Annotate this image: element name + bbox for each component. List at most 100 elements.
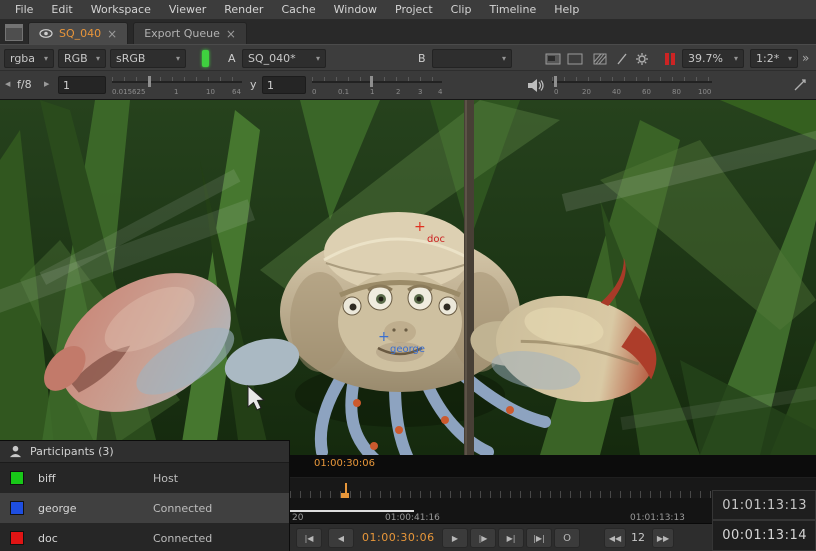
duration-timecode: 00:01:13:14 bbox=[722, 528, 807, 543]
monitor-output-icon[interactable] bbox=[543, 49, 563, 68]
fps-decrease-button[interactable]: ◀◀ bbox=[604, 528, 626, 548]
settings-gear-icon[interactable] bbox=[632, 49, 652, 68]
menu-timeline[interactable]: Timeline bbox=[480, 0, 545, 20]
participant-status: Connected bbox=[153, 502, 212, 515]
pole bbox=[464, 100, 474, 455]
menu-render[interactable]: Render bbox=[215, 0, 272, 20]
george-cross-marker: + bbox=[378, 329, 390, 345]
participants-title: Participants (3) bbox=[30, 445, 114, 458]
tab-bar: SQ_040 × Export Queue × bbox=[0, 20, 816, 44]
input-b-dropdown[interactable]: ▾ bbox=[432, 49, 512, 68]
volume-slider-groove bbox=[552, 81, 712, 83]
out-timecode-display: 01:01:13:13 bbox=[712, 490, 816, 520]
gamma-input[interactable] bbox=[262, 76, 306, 94]
play-button[interactable]: ▶ bbox=[442, 528, 468, 548]
fps-value[interactable]: 12 bbox=[631, 531, 645, 544]
pane-layout-icon[interactable] bbox=[5, 24, 23, 41]
gamma-tick-label: 0 bbox=[312, 88, 316, 96]
gain-slider[interactable]: 0.015625 1 10 64 bbox=[112, 76, 242, 96]
volume-slider-handle[interactable] bbox=[554, 76, 557, 87]
input-a-dropdown[interactable]: SQ_040* ▾ bbox=[242, 49, 326, 68]
compare-slash-icon[interactable] bbox=[612, 49, 632, 68]
gain-slider-groove bbox=[112, 81, 242, 83]
proxy-dropdown[interactable]: 1:2* ▾ bbox=[750, 49, 798, 68]
step-forward-button[interactable]: |▶ bbox=[470, 528, 496, 548]
volume-tick-label: 20 bbox=[582, 88, 591, 96]
volume-slider[interactable]: 0 20 40 60 80 100 bbox=[552, 76, 712, 96]
menu-cache[interactable]: Cache bbox=[272, 0, 324, 20]
colorspace-dropdown[interactable]: sRGB ▾ bbox=[110, 49, 186, 68]
expand-toolbar-icon[interactable]: » bbox=[802, 51, 809, 65]
gamma-label: y bbox=[250, 78, 257, 91]
close-icon[interactable]: × bbox=[107, 29, 117, 39]
participant-row-doc[interactable]: doc Connected bbox=[0, 523, 289, 551]
participant-color-swatch bbox=[10, 531, 24, 545]
chevron-down-icon: ▾ bbox=[316, 54, 320, 63]
fps-increase-button[interactable]: ▶▶ bbox=[652, 528, 674, 548]
menu-bar: File Edit Workspace Viewer Render Cache … bbox=[0, 0, 816, 20]
participant-row-george[interactable]: george Connected bbox=[0, 493, 289, 523]
fstop-decrease-icon[interactable]: ◀ bbox=[5, 80, 10, 88]
gamma-slider-handle[interactable] bbox=[370, 76, 373, 87]
pause-render-icon[interactable] bbox=[660, 49, 680, 68]
menu-edit[interactable]: Edit bbox=[42, 0, 81, 20]
step-back-button[interactable]: ◀ bbox=[328, 528, 354, 548]
gamut-value: RGB bbox=[64, 52, 88, 65]
doc-annotation-label: doc bbox=[427, 234, 445, 245]
next-edit-button[interactable]: ▶| bbox=[498, 528, 524, 548]
volume-tick-label: 80 bbox=[672, 88, 681, 96]
channels-value: rgba bbox=[10, 52, 35, 65]
fstop-increase-icon[interactable]: ▶ bbox=[44, 80, 49, 88]
input-a-label: A bbox=[228, 52, 236, 65]
menu-file[interactable]: File bbox=[6, 0, 42, 20]
chevron-down-icon: ▾ bbox=[502, 54, 506, 63]
sync-status-indicator bbox=[202, 50, 209, 67]
participant-name: biff bbox=[38, 472, 153, 485]
ruler-start-label: 20 bbox=[292, 513, 303, 523]
person-icon bbox=[9, 445, 22, 458]
gamut-dropdown[interactable]: RGB ▾ bbox=[58, 49, 106, 68]
tab-viewer-sq040[interactable]: SQ_040 × bbox=[28, 22, 128, 44]
loop-toggle-button[interactable]: O bbox=[554, 528, 580, 548]
tab-label: SQ_040 bbox=[59, 27, 101, 40]
flare-icon[interactable] bbox=[793, 78, 807, 95]
participant-row-biff[interactable]: biff Host bbox=[0, 463, 289, 493]
fullscreen-icon[interactable] bbox=[565, 49, 585, 68]
participant-color-swatch bbox=[10, 501, 24, 515]
viewer-canvas[interactable]: + doc + george bbox=[0, 100, 816, 455]
zoom-dropdown[interactable]: 39.7% ▾ bbox=[682, 49, 744, 68]
cache-progress-bar bbox=[290, 510, 414, 512]
participant-name: doc bbox=[38, 532, 153, 545]
application-window: File Edit Workspace Viewer Render Cache … bbox=[0, 0, 816, 551]
wipe-mode-icon[interactable] bbox=[590, 49, 610, 68]
gamma-tick-label: 4 bbox=[438, 88, 442, 96]
gamma-slider[interactable]: 0 0.1 1 2 3 4 bbox=[312, 76, 442, 96]
gain-tick-label: 64 bbox=[232, 88, 241, 96]
volume-tick-label: 0 bbox=[554, 88, 558, 96]
menu-clip[interactable]: Clip bbox=[442, 0, 481, 20]
menu-help[interactable]: Help bbox=[545, 0, 588, 20]
gain-slider-handle[interactable] bbox=[148, 76, 151, 87]
gain-tick-label: 1 bbox=[174, 88, 178, 96]
menu-project[interactable]: Project bbox=[386, 0, 442, 20]
menu-window[interactable]: Window bbox=[325, 0, 386, 20]
volume-tick-label: 40 bbox=[612, 88, 621, 96]
input-b-label: B bbox=[418, 52, 426, 65]
duration-timecode-display: 00:01:13:14 bbox=[712, 520, 816, 551]
participant-color-swatch bbox=[10, 471, 24, 485]
menu-viewer[interactable]: Viewer bbox=[160, 0, 215, 20]
gain-input[interactable] bbox=[58, 76, 106, 94]
playhead-timecode: 01:00:30:06 bbox=[314, 458, 375, 469]
ruler-end-label: 01:01:13:13 bbox=[630, 513, 685, 523]
goto-out-button[interactable]: |▶| bbox=[526, 528, 552, 548]
goto-in-button[interactable]: |◀ bbox=[296, 528, 322, 548]
gamma-tick-label: 0.1 bbox=[338, 88, 349, 96]
timeline-section: 01:00:30:06 20 01:00:41:16 01:01:13:13 |… bbox=[290, 455, 816, 551]
doc-cross-marker: + bbox=[414, 219, 426, 235]
menu-workspace[interactable]: Workspace bbox=[82, 0, 160, 20]
tab-export-queue[interactable]: Export Queue × bbox=[133, 22, 247, 44]
channels-dropdown[interactable]: rgba ▾ bbox=[4, 49, 54, 68]
gamma-tick-label: 2 bbox=[396, 88, 400, 96]
close-icon[interactable]: × bbox=[226, 29, 236, 39]
speaker-icon[interactable] bbox=[528, 79, 544, 95]
